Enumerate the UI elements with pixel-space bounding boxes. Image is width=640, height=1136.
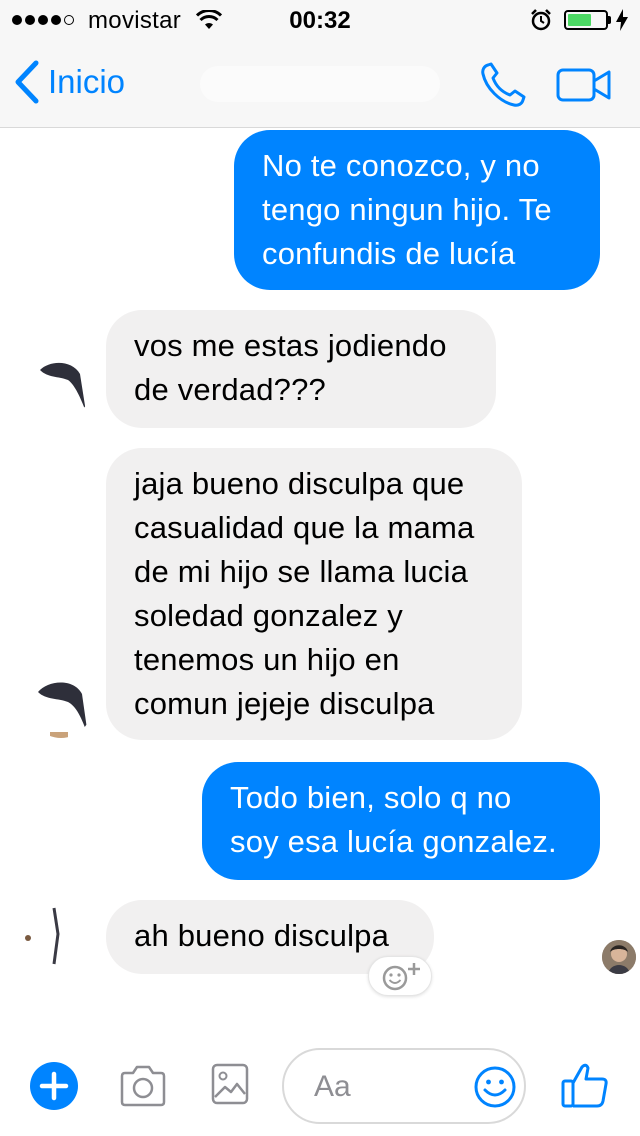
back-label: Inicio xyxy=(48,63,126,100)
plus-icon xyxy=(39,1071,69,1101)
back-button[interactable]: Inicio xyxy=(14,60,125,104)
message-incoming[interactable]: vos me estas jodiendo de verdad??? xyxy=(106,310,496,428)
message-line: de verdad??? xyxy=(134,372,327,407)
battery-level xyxy=(568,14,591,26)
message-line: No te conozco, y no xyxy=(262,148,540,183)
message-line: casualidad que la mama xyxy=(134,510,475,545)
message-line: confundis de lucía xyxy=(262,236,516,271)
contact-avatar[interactable] xyxy=(30,676,92,738)
battery-icon xyxy=(564,10,608,30)
message-line: jaja bueno disculpa que xyxy=(134,466,465,501)
message-line: de mi hijo se llama lucia xyxy=(134,554,469,589)
alarm-icon xyxy=(531,9,551,31)
message-line: tengo ningun hijo. Te xyxy=(262,192,552,227)
message-outgoing[interactable]: No te conozco, y no tengo ningun hijo. T… xyxy=(234,130,600,290)
message-line: vos me estas jodiendo xyxy=(134,328,447,363)
message-input[interactable]: Aa xyxy=(282,1048,526,1124)
add-reaction-icon xyxy=(382,963,420,991)
phone-icon[interactable] xyxy=(478,60,528,110)
add-reaction-button[interactable] xyxy=(368,956,432,996)
status-bar: movistar 00:32 xyxy=(0,0,640,40)
message-incoming[interactable]: jaja bueno disculpa que casualidad que l… xyxy=(106,448,522,740)
camera-icon[interactable] xyxy=(118,1062,168,1110)
message-outgoing[interactable]: Todo bien, solo q no soy esa lucía gonza… xyxy=(202,762,600,880)
battery-tip xyxy=(608,16,611,24)
contact-avatar[interactable] xyxy=(30,356,92,418)
message-input-placeholder: Aa xyxy=(314,1070,351,1103)
message-line: soy esa lucía gonzalez. xyxy=(230,824,557,859)
seen-avatar xyxy=(602,940,636,974)
message-line: Todo bien, solo q no xyxy=(230,780,512,815)
message-composer: Aa xyxy=(0,1040,640,1136)
conversation-header: Inicio xyxy=(0,40,640,128)
video-camera-icon[interactable] xyxy=(556,66,612,104)
contact-name-redacted[interactable] xyxy=(200,66,440,102)
thumbs-up-icon[interactable] xyxy=(560,1060,610,1110)
message-line: soledad gonzalez y xyxy=(134,598,404,633)
image-icon[interactable] xyxy=(210,1060,250,1108)
charging-bolt-icon xyxy=(616,9,628,31)
more-actions-button[interactable] xyxy=(30,1062,78,1110)
message-line: ah bueno disculpa xyxy=(134,918,390,953)
message-line: comun jejeje disculpa xyxy=(134,686,435,721)
message-line: tenemos un hijo en xyxy=(134,642,400,677)
contact-avatar[interactable] xyxy=(24,904,86,966)
emoji-icon[interactable] xyxy=(472,1064,518,1110)
chevron-left-icon xyxy=(15,60,39,104)
